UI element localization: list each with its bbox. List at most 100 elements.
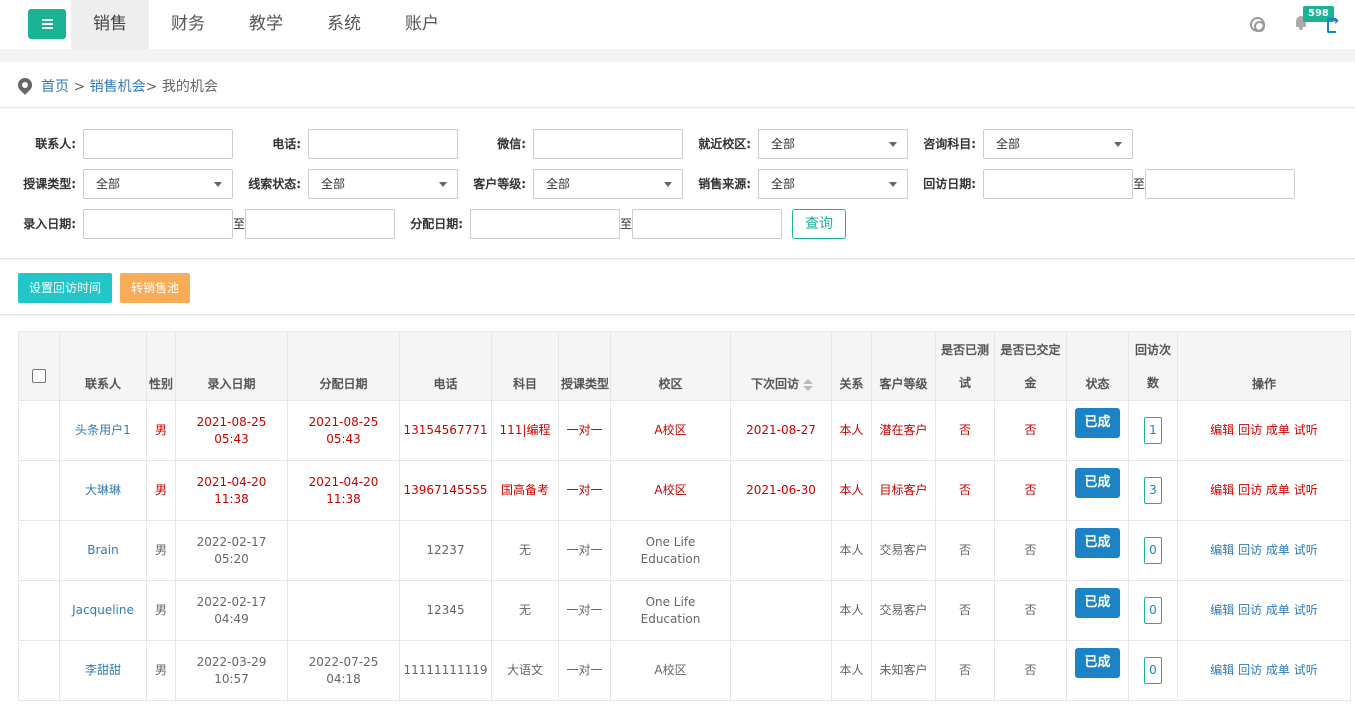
sort-icon[interactable] [803, 378, 813, 391]
breadcrumb-home-link[interactable]: 首页 [41, 79, 69, 95]
phone-cell: 12345 [399, 580, 492, 641]
nav-item-teaching[interactable]: 教学 [227, 0, 305, 49]
course-type-label: 授课类型: [23, 177, 76, 191]
col-subject: 科目 [491, 331, 559, 401]
entry-date-cell: 2022-02-17 04:49 [175, 580, 288, 641]
col-subject-label: 科目 [512, 377, 537, 391]
deposit-cell: 否 [994, 580, 1067, 641]
op-order-link[interactable]: 成单 [1266, 423, 1290, 437]
assign-date-cell [287, 580, 400, 641]
visit-count-button[interactable]: 3 [1144, 477, 1162, 504]
opportunity-table: 联系人 性别 录入日期 分配日期 电话 科目 授课类型 校区 下次回访 关系 客… [18, 331, 1351, 701]
entry-date-start[interactable] [83, 209, 233, 239]
query-button[interactable]: 查询 [792, 209, 846, 239]
next-visit-cell [730, 580, 832, 641]
contact-cell[interactable]: 大琳琳 [59, 460, 147, 521]
visit-date-start[interactable] [983, 169, 1133, 199]
nav-item-system[interactable]: 系统 [305, 0, 383, 49]
breadcrumb: 首页 > 销售机会> 我的机会 [0, 62, 1355, 108]
status-button[interactable]: 已成 [1075, 468, 1120, 498]
op-trial-link[interactable]: 试听 [1294, 663, 1318, 677]
deposit-cell: 否 [994, 520, 1067, 581]
deposit-cell: 否 [994, 640, 1067, 701]
breadcrumb-section-link[interactable]: 销售机会 [90, 79, 146, 95]
phone-input[interactable] [308, 129, 458, 159]
visit-count-button[interactable]: 1 [1144, 417, 1162, 444]
assign-date-start[interactable] [470, 209, 620, 239]
op-order-link[interactable]: 成单 [1266, 603, 1290, 617]
contact-cell[interactable]: Brain [59, 520, 147, 581]
op-edit-link[interactable]: 编辑 [1210, 603, 1234, 617]
op-visit-link[interactable]: 回访 [1238, 543, 1262, 557]
op-edit-link[interactable]: 编辑 [1210, 543, 1234, 557]
breadcrumb-current: 我的机会 [161, 79, 218, 95]
nav-item-sales[interactable]: 销售 [71, 0, 149, 49]
level-cell: 目标客户 [871, 460, 936, 521]
status-button[interactable]: 已成 [1075, 588, 1120, 618]
entry-date-end[interactable] [245, 209, 395, 239]
op-order-link[interactable]: 成单 [1266, 483, 1290, 497]
op-order-link[interactable]: 成单 [1266, 663, 1290, 677]
nav-item-account[interactable]: 账户 [383, 0, 461, 49]
contact-cell[interactable]: 头条用户1 [59, 400, 147, 461]
op-trial-link[interactable]: 试听 [1294, 543, 1318, 557]
visit-date-end[interactable] [1145, 169, 1295, 199]
relation-cell: 本人 [831, 640, 872, 701]
op-trial-link[interactable]: 试听 [1294, 603, 1318, 617]
contact-cell[interactable]: Jacqueline [59, 580, 147, 641]
lead-status-select[interactable]: 全部 [308, 169, 458, 199]
op-visit-link[interactable]: 回访 [1238, 423, 1262, 437]
assign-date-to: 至 [620, 217, 633, 231]
op-visit-link[interactable]: 回访 [1238, 483, 1262, 497]
campus-select[interactable]: 全部 [758, 129, 908, 159]
contact-cell[interactable]: 李甜甜 [59, 640, 147, 701]
op-edit-link[interactable]: 编辑 [1210, 423, 1234, 437]
status-button[interactable]: 已成 [1075, 648, 1120, 678]
op-edit-link[interactable]: 编辑 [1210, 483, 1234, 497]
op-visit-link[interactable]: 回访 [1238, 663, 1262, 677]
customer-level-label: 客户等级: [473, 177, 526, 191]
sales-source-select[interactable]: 全部 [758, 169, 908, 199]
level-cell: 未知客户 [871, 640, 936, 701]
customer-level-select[interactable]: 全部 [533, 169, 683, 199]
tested-cell: 否 [935, 460, 995, 521]
assign-date-cell: 2022-07-25 04:18 [287, 640, 400, 701]
nav-item-finance[interactable]: 财务 [149, 0, 227, 49]
wechat-input[interactable] [533, 129, 683, 159]
table-row: 头条用户1 男 2021-08-25 05:43 2021-08-25 05:43 13… [18, 400, 1351, 461]
col-next-visit[interactable]: 下次回访 [730, 331, 832, 401]
contact-input[interactable] [83, 129, 233, 159]
menu-toggle-button[interactable] [28, 9, 66, 39]
level-cell: 交易客户 [871, 580, 936, 641]
visit-count-button[interactable]: 0 [1144, 597, 1162, 624]
select-all-checkbox[interactable] [32, 369, 46, 383]
col-visits-label-2: 数 [1146, 376, 1159, 390]
op-visit-link[interactable]: 回访 [1238, 603, 1262, 617]
col-deposit-label-1: 是否已交定 [1000, 343, 1061, 357]
status-button[interactable]: 已成 [1075, 408, 1120, 438]
visit-count-button[interactable]: 0 [1144, 537, 1162, 564]
to-sales-pool-button[interactable]: 转销售池 [120, 273, 191, 303]
col-phone-label: 电话 [433, 377, 458, 391]
logout-icon[interactable] [1327, 14, 1341, 33]
assign-date-end[interactable] [632, 209, 782, 239]
visits-cell: 1 [1128, 400, 1178, 461]
row-checkbox-cell [18, 580, 60, 641]
visit-count-button[interactable]: 0 [1144, 657, 1162, 684]
help-icon[interactable] [1250, 17, 1265, 32]
row-checkbox-cell [18, 520, 60, 581]
subject-cell: 大语文 [491, 640, 559, 701]
col-ops: 操作 [1177, 331, 1351, 401]
course-type-select[interactable]: 全部 [83, 169, 233, 199]
course-type-cell: 一对一 [558, 400, 611, 461]
gender-cell: 男 [146, 400, 176, 461]
status-button[interactable]: 已成 [1075, 528, 1120, 558]
op-order-link[interactable]: 成单 [1266, 543, 1290, 557]
next-visit-cell [730, 520, 832, 581]
op-edit-link[interactable]: 编辑 [1210, 663, 1234, 677]
set-visit-time-button[interactable]: 设置回访时间 [18, 273, 113, 303]
op-trial-link[interactable]: 试听 [1294, 423, 1318, 437]
relation-cell: 本人 [831, 520, 872, 581]
subject-select[interactable]: 全部 [983, 129, 1133, 159]
op-trial-link[interactable]: 试听 [1294, 483, 1318, 497]
